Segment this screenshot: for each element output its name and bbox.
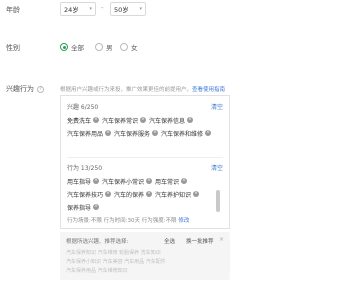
interest-tag: 汽车保养服务 × xyxy=(114,128,159,138)
remove-tag-icon[interactable]: × xyxy=(93,204,100,210)
tag-label: 汽车保养常识 xyxy=(102,117,139,125)
recommendation-line: 汽车保养用品 汽车维修知识 xyxy=(66,268,128,274)
interest-hint-text: 根据用户兴趣或行为来投，推广效果更佳的前提用户。 xyxy=(60,87,193,93)
behavior-settings: 行为场景:不限 行为时间:30天 行为强度:不限 修改 xyxy=(67,216,189,224)
section-divider xyxy=(67,157,223,158)
remove-tag-icon[interactable]: × xyxy=(93,178,100,184)
age-to-value: 50岁 xyxy=(114,6,129,14)
gender-option-male[interactable]: 男 xyxy=(95,42,113,52)
recommendation-line: 汽车保养知识 汽车维修 轮胎保养 洗车知识 xyxy=(66,250,161,256)
tag-label: 用车指导 xyxy=(67,178,92,186)
remove-tag-icon[interactable]: × xyxy=(193,191,200,197)
gender-option-label: 男 xyxy=(106,44,113,52)
behavior-tag: 汽车的保养 × xyxy=(114,189,153,199)
remove-tag-icon[interactable]: × xyxy=(105,191,112,197)
tag-label: 汽车保养小常识 xyxy=(102,178,145,186)
behavior-settings-text: 行为场景:不限 行为时间:30天 行为强度:不限 xyxy=(67,218,177,224)
remove-tag-icon[interactable]: × xyxy=(181,178,188,184)
replace-batch-button[interactable]: 换一批推荐 xyxy=(186,237,214,245)
gender-label: 性别 xyxy=(6,44,20,52)
remove-tag-icon[interactable]: × xyxy=(105,130,112,136)
interest-label-text: 兴趣行为 xyxy=(6,85,34,93)
behavior-tag-list: 用车指导 × 汽车保养小常识 × 用车常识 × 汽车保养技巧 × 汽车的保养 × 汽车养护… xyxy=(67,176,217,212)
close-icon[interactable]: × xyxy=(219,236,224,243)
edit-behavior-link[interactable]: 修改 xyxy=(178,218,189,224)
selected-targets-panel: 兴趣 6/250 清空 免费洗车 × 汽车保养常识 × 汽车保养信息 × 汽车保养用品… xyxy=(60,95,230,229)
interest-tag: 汽车保养信息 × xyxy=(149,115,194,125)
tag-label: 汽车保养信息 xyxy=(149,117,186,125)
help-icon[interactable]: ? xyxy=(37,85,44,93)
tag-label: 免费洗车 xyxy=(67,117,92,125)
tag-label: 汽车养护知识 xyxy=(155,191,192,199)
interest-tag: 汽车保养和维修 × xyxy=(161,128,212,138)
gender-option-label: 女 xyxy=(131,44,138,52)
behavior-tag: 汽车保养技巧 × xyxy=(67,189,112,199)
behavior-tag: 汽车保养小常识 × xyxy=(102,176,153,186)
radio-unchecked-icon xyxy=(95,43,103,51)
radio-checked-icon xyxy=(60,43,68,51)
tag-label: 保养指导 xyxy=(67,204,92,212)
chevron-down-icon: ▾ xyxy=(89,6,92,12)
interest-tag: 免费洗车 × xyxy=(67,115,100,125)
chevron-down-icon: ▾ xyxy=(139,6,142,12)
tag-label: 汽车保养用品 xyxy=(67,130,104,138)
panel-scrollbar[interactable] xyxy=(216,190,220,212)
tag-label: 汽车保养和维修 xyxy=(161,130,204,138)
guide-link[interactable]: 查看使用指南 xyxy=(192,87,225,93)
age-from-select[interactable]: 24岁 ▾ xyxy=(60,2,96,16)
interest-tag-list: 免费洗车 × 汽车保养常识 × 汽车保养信息 × 汽车保养用品 × 汽车保养服务 × 汽车… xyxy=(67,115,217,138)
interest-tag: 汽车保养常识 × xyxy=(102,115,147,125)
interest-section-title: 兴趣 6/250 xyxy=(67,104,99,111)
tag-label: 用车常识 xyxy=(155,178,180,186)
gender-option-label: 全部 xyxy=(71,44,84,52)
tag-label: 汽车保养技巧 xyxy=(67,191,104,199)
age-separator: - xyxy=(101,4,104,12)
behavior-tag: 用车指导 × xyxy=(67,176,100,186)
behavior-clear-button[interactable]: 清空 xyxy=(211,163,223,172)
recommendation-line: 汽车保养小知识 汽车美容 汽车用品 汽车配件 xyxy=(66,259,166,265)
behavior-tag: 用车常识 × xyxy=(155,176,188,186)
select-all-button[interactable]: 全选 xyxy=(164,237,175,245)
tag-label: 汽车的保养 xyxy=(114,191,145,199)
tag-label: 汽车保养服务 xyxy=(114,130,151,138)
age-from-value: 24岁 xyxy=(64,6,79,14)
remove-tag-icon[interactable]: × xyxy=(146,178,153,184)
behavior-tag: 保养指导 × xyxy=(67,202,100,212)
age-to-select[interactable]: 50岁 ▾ xyxy=(110,2,146,16)
remove-tag-icon[interactable]: × xyxy=(187,117,194,123)
gender-option-all[interactable]: 全部 xyxy=(60,42,84,52)
age-label: 年龄 xyxy=(6,6,20,14)
recommendation-box: 根据所选兴趣、推荐选择: 全选 换一批推荐 × 汽车保养知识 汽车维修 轮胎保养… xyxy=(60,232,230,280)
behavior-section-title: 行为 13/250 xyxy=(67,165,103,172)
radio-unchecked-icon xyxy=(120,43,128,51)
interest-hint: 根据用户兴趣或行为来投，推广效果更佳的前提用户。查看使用指南 xyxy=(60,85,225,93)
interest-label: 兴趣行为? xyxy=(6,84,44,94)
gender-option-female[interactable]: 女 xyxy=(120,42,138,52)
remove-tag-icon[interactable]: × xyxy=(146,191,153,197)
interest-clear-button[interactable]: 清空 xyxy=(211,102,223,111)
remove-tag-icon[interactable]: × xyxy=(93,117,100,123)
remove-tag-icon[interactable]: × xyxy=(140,117,147,123)
behavior-tag: 汽车养护知识 × xyxy=(155,189,200,199)
remove-tag-icon[interactable]: × xyxy=(152,130,159,136)
recommendation-title: 根据所选兴趣、推荐选择: xyxy=(66,239,129,245)
interest-tag: 汽车保养用品 × xyxy=(67,128,112,138)
remove-tag-icon[interactable]: × xyxy=(205,130,212,136)
